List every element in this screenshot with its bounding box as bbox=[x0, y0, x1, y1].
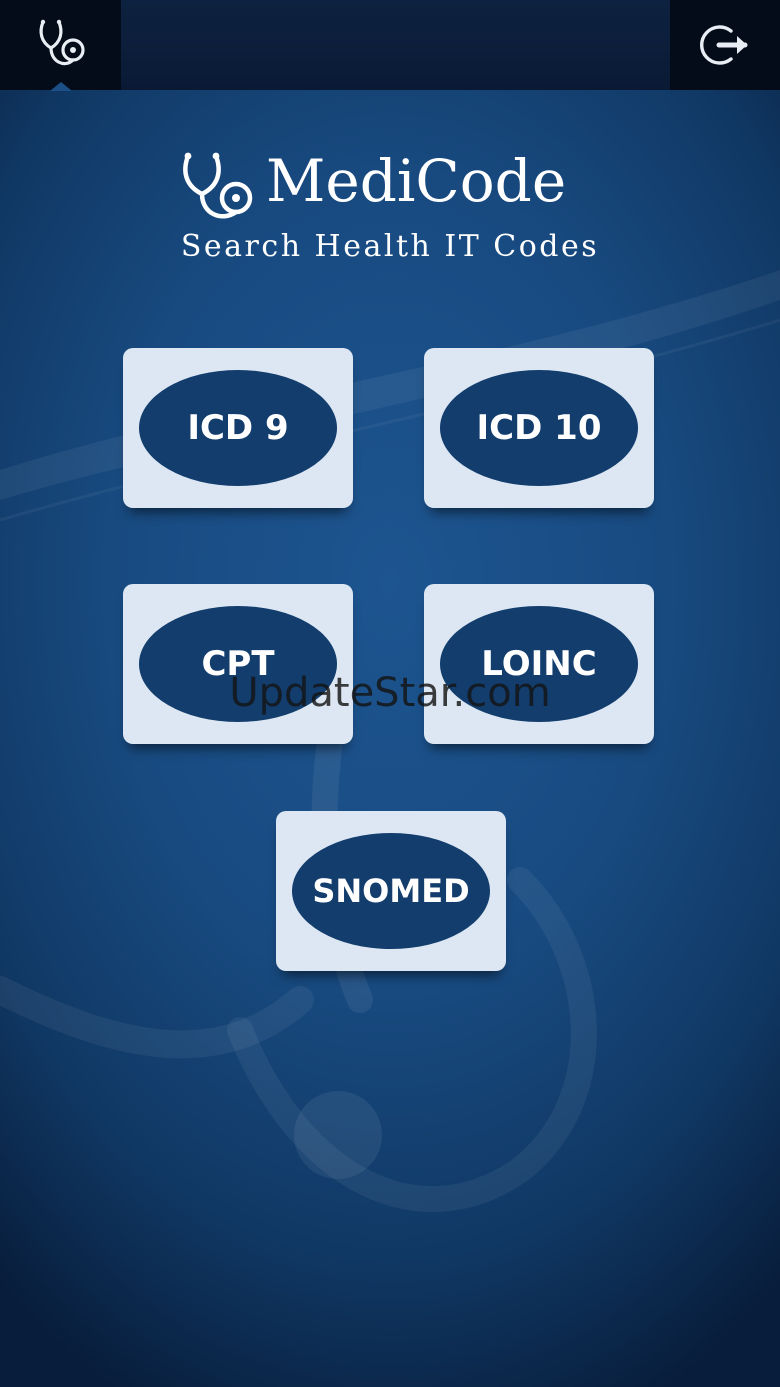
app-logo: MediCode Search Health IT Codes bbox=[0, 145, 780, 275]
snomed-label: SNOMED bbox=[312, 872, 470, 910]
stethoscope-icon bbox=[39, 19, 85, 66]
main-screen: MediCode Search Health IT Codes ICD 9 IC… bbox=[0, 0, 780, 1387]
loinc-button[interactable]: LOINC bbox=[424, 584, 654, 744]
snomed-button[interactable]: SNOMED bbox=[276, 811, 506, 971]
watermark-text: UpdateStar.com bbox=[229, 670, 551, 716]
home-tab[interactable] bbox=[0, 0, 121, 91]
icd10-button[interactable]: ICD 10 bbox=[424, 348, 654, 508]
app-subtitle: Search Health IT Codes bbox=[180, 229, 600, 264]
stethoscope-logo-icon bbox=[183, 152, 253, 219]
logout-button[interactable] bbox=[670, 0, 780, 90]
snomed-oval: SNOMED bbox=[292, 833, 490, 949]
icd9-oval: ICD 9 bbox=[139, 370, 337, 486]
icd9-label: ICD 9 bbox=[187, 408, 289, 448]
app-title: MediCode bbox=[266, 147, 567, 215]
logout-icon bbox=[700, 25, 748, 65]
icd10-oval: ICD 10 bbox=[440, 370, 638, 486]
top-bar bbox=[0, 0, 780, 91]
icd9-button[interactable]: ICD 9 bbox=[123, 348, 353, 508]
icd10-label: ICD 10 bbox=[476, 408, 602, 448]
cpt-button[interactable]: CPT bbox=[123, 584, 353, 744]
